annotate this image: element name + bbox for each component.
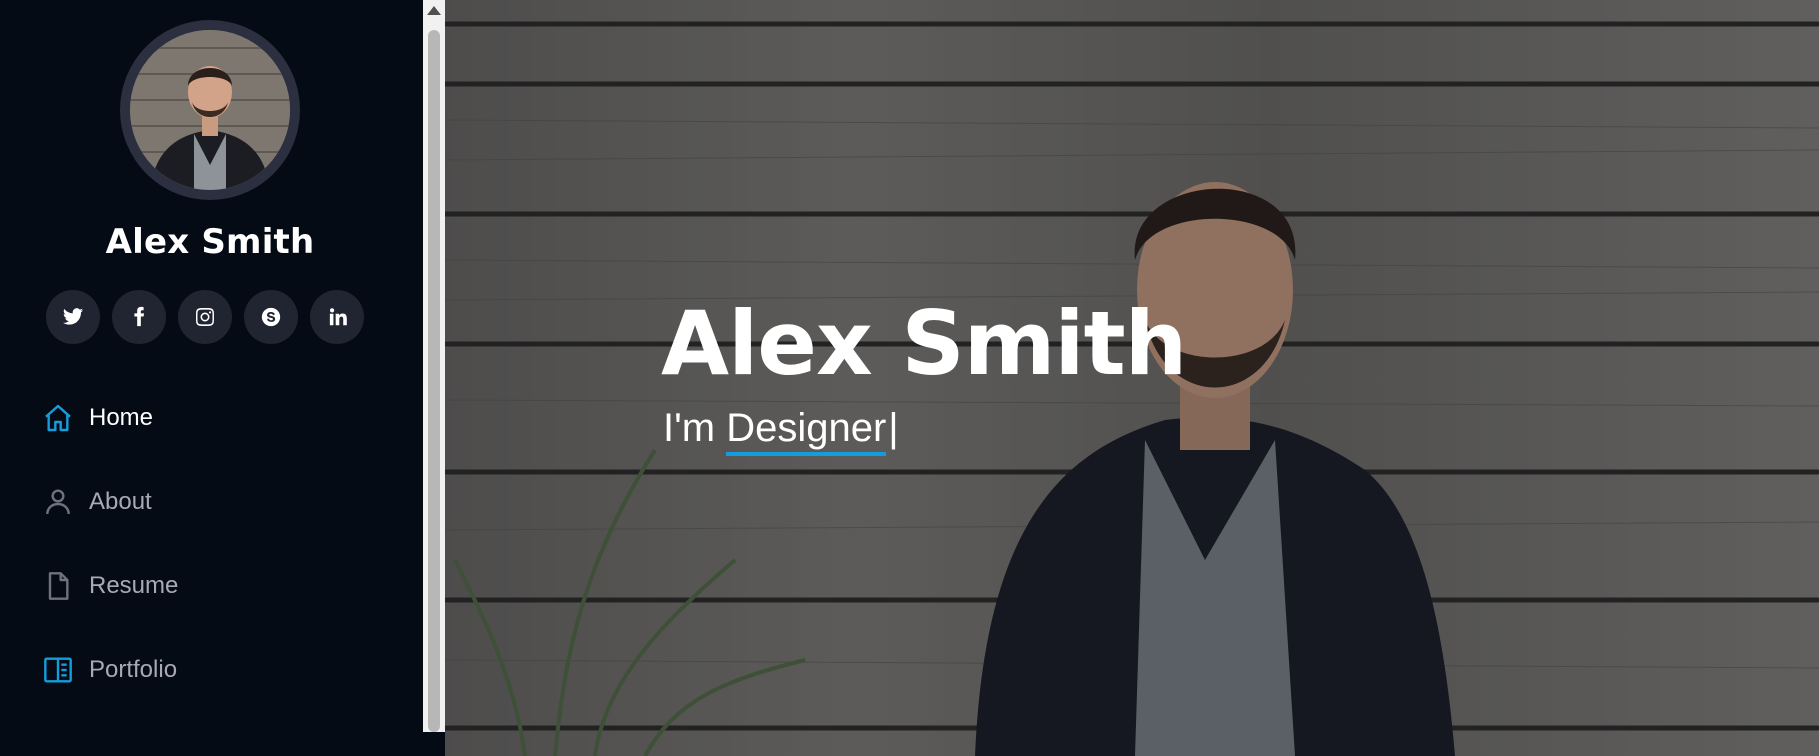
home-icon bbox=[40, 400, 76, 436]
twitter-icon bbox=[62, 308, 84, 325]
facebook-link[interactable] bbox=[112, 290, 166, 344]
book-half-icon bbox=[40, 652, 76, 688]
typing-cursor: | bbox=[888, 406, 899, 450]
social-links bbox=[46, 290, 364, 344]
nav-item-about[interactable]: About bbox=[40, 482, 400, 522]
nav-item-resume[interactable]: Resume bbox=[40, 566, 400, 606]
hero-section: Alex Smith I'm Designer| bbox=[445, 0, 1819, 756]
nav-label: Resume bbox=[89, 572, 179, 599]
hero-subtitle: I'm Designer| bbox=[663, 406, 899, 456]
skype-link[interactable] bbox=[244, 290, 298, 344]
hero-prefix: I'm bbox=[663, 406, 727, 450]
nav-label: Home bbox=[89, 404, 154, 431]
twitter-link[interactable] bbox=[46, 290, 100, 344]
scroll-thumb[interactable] bbox=[428, 30, 440, 732]
scroll-up-arrow-icon[interactable] bbox=[427, 6, 441, 15]
nav-item-portfolio[interactable]: Portfolio bbox=[40, 650, 400, 690]
sidebar: Alex Smith Home About Resume Portfolio bbox=[0, 0, 423, 756]
linkedin-link[interactable] bbox=[310, 290, 364, 344]
hero-title: Alex Smith bbox=[661, 292, 1187, 395]
instagram-link[interactable] bbox=[178, 290, 232, 344]
avatar-frame bbox=[120, 20, 300, 200]
nav-item-home[interactable]: Home bbox=[40, 398, 400, 438]
skype-icon bbox=[261, 307, 281, 327]
profile-name: Alex Smith bbox=[105, 222, 315, 262]
instagram-icon bbox=[196, 308, 214, 326]
facebook-icon bbox=[134, 306, 145, 327]
file-icon bbox=[40, 568, 76, 604]
linkedin-icon bbox=[329, 308, 347, 326]
sidebar-scrollbar[interactable] bbox=[423, 0, 445, 732]
main-nav: Home About Resume Portfolio bbox=[40, 398, 400, 734]
nav-label: About bbox=[89, 488, 152, 515]
avatar bbox=[130, 30, 290, 190]
avatar-photo bbox=[130, 30, 290, 190]
person-icon bbox=[40, 484, 76, 520]
nav-label: Portfolio bbox=[89, 656, 178, 683]
hero-typed-role: Designer bbox=[726, 406, 887, 456]
